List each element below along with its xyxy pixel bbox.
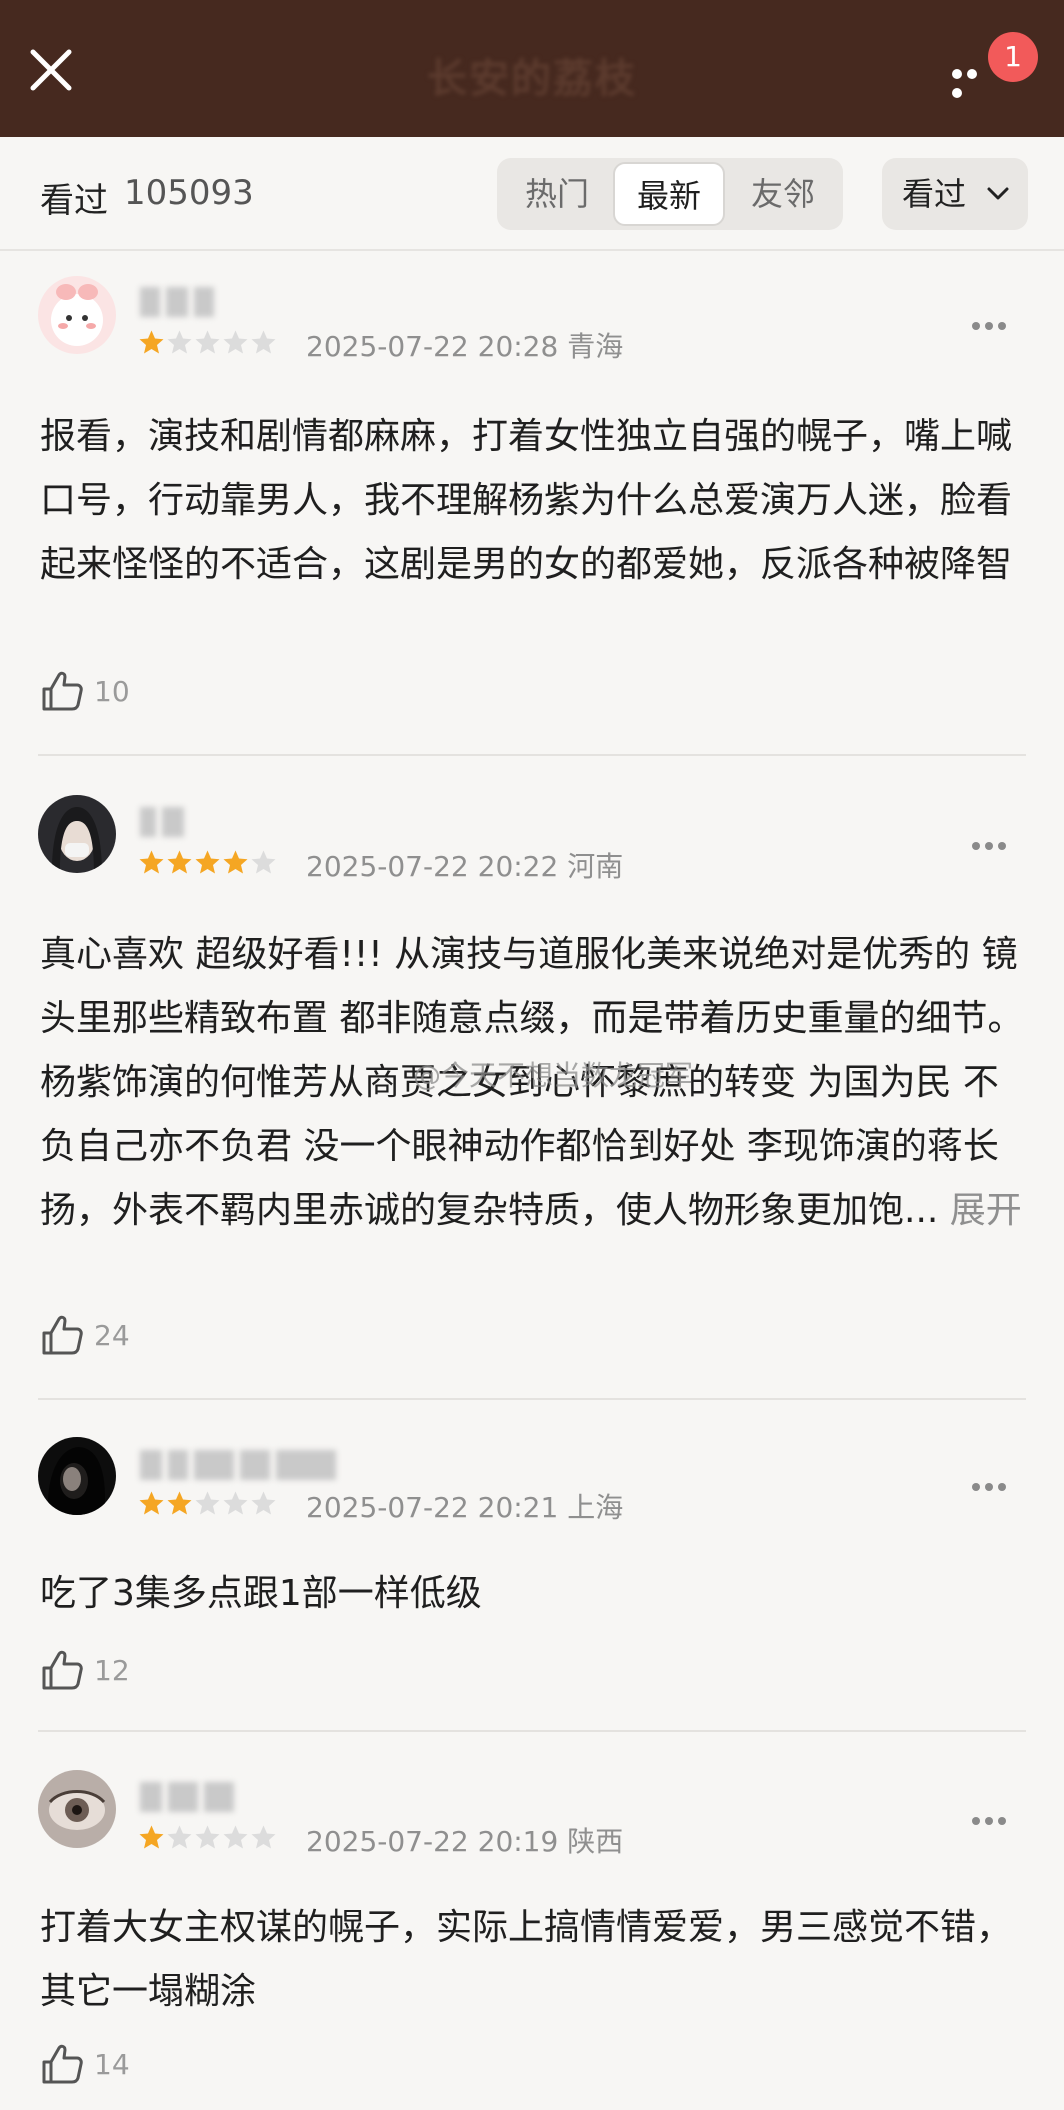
- thumbs-up-icon: [42, 2044, 83, 2084]
- avatar-image: [38, 1437, 116, 1515]
- star-filled-icon: [167, 850, 192, 874]
- review-date: 2025-07-22 20:28: [306, 330, 559, 363]
- more-dots-icon: [952, 69, 962, 79]
- notification-badge[interactable]: 1: [988, 32, 1038, 82]
- avatar[interactable]: [38, 276, 116, 354]
- like-count: 24: [94, 1319, 130, 1352]
- thumbs-up-icon: [42, 1315, 83, 1355]
- review-text: 报看，演技和剧情都麻麻，打着女性独立自强的幌子，嘴上喊口号，行动靠男人，我不理解…: [40, 416, 1013, 585]
- page-title: 长安的荔枝: [427, 56, 637, 102]
- review-menu-button[interactable]: [972, 1476, 1014, 1491]
- review-location: 河南: [567, 850, 624, 883]
- review-location: 陕西: [567, 1825, 624, 1858]
- review-item: 2025-07-22 20:21 上海 吃了3集多点跟1部一样低级 12: [0, 1402, 1064, 1732]
- avatar-image: [38, 1770, 116, 1848]
- star-empty-icon: [251, 1825, 276, 1849]
- avatar-image: [38, 795, 116, 873]
- avatar-image: [38, 276, 116, 354]
- more-dots-icon: [972, 1483, 980, 1491]
- username-blurred[interactable]: [140, 1450, 440, 1486]
- star-empty-icon: [167, 1825, 192, 1849]
- review-meta: 2025-07-22 20:28 青海: [306, 325, 623, 365]
- thumbs-up-icon: [42, 671, 83, 711]
- divider: [38, 754, 1026, 756]
- star-filled-icon: [167, 1491, 192, 1515]
- expand-link[interactable]: 展开: [950, 1190, 1022, 1231]
- review-menu-button[interactable]: [972, 1810, 1014, 1825]
- review-location: 青海: [567, 330, 624, 363]
- divider: [38, 1398, 1026, 1400]
- avatar[interactable]: [38, 795, 116, 873]
- star-empty-icon: [223, 1491, 248, 1515]
- star-empty-icon: [195, 1825, 220, 1849]
- chevron-down-icon: [987, 187, 1009, 200]
- star-filled-icon: [139, 1491, 164, 1515]
- star-empty-icon: [223, 330, 248, 354]
- tab-hot[interactable]: 热门: [501, 162, 613, 226]
- like-count: 10: [94, 675, 130, 708]
- like-count: 12: [94, 1654, 130, 1687]
- username-blurred[interactable]: [140, 1782, 280, 1818]
- review-menu-button[interactable]: [972, 835, 1014, 850]
- star-filled-icon: [139, 330, 164, 354]
- filter-bar: 看过 105093 热门 最新 友邻 看过: [0, 137, 1064, 251]
- star-filled-icon: [195, 850, 220, 874]
- more-dots-icon: [972, 1817, 980, 1825]
- more-dots-icon: [972, 322, 980, 330]
- review-item: 2025-07-22 20:19 陕西 打着大女主权谋的幌子，实际上搞情情爱爱，…: [0, 1732, 1064, 2110]
- like-count: 14: [94, 2048, 130, 2081]
- review-meta: 2025-07-22 20:19 陕西: [306, 1820, 623, 1860]
- review-text: 吃了3集多点跟1部一样低级: [40, 1573, 482, 1614]
- avatar[interactable]: [38, 1437, 116, 1515]
- star-filled-icon: [139, 850, 164, 874]
- dropdown-label: 看过: [902, 175, 967, 213]
- tab-latest[interactable]: 最新: [613, 162, 725, 226]
- thumbs-up-icon: [42, 1650, 83, 1690]
- star-empty-icon: [167, 330, 192, 354]
- review-text: 打着大女主权谋的幌子，实际上搞情情爱爱，男三感觉不错，其它一塌糊涂: [40, 1907, 1013, 2012]
- rating-stars: [138, 1490, 278, 1520]
- rating-stars: [138, 849, 278, 879]
- more-options-button[interactable]: [952, 64, 992, 98]
- watermark: @今天不想当数龙冠军: [413, 1059, 694, 1092]
- review-meta: 2025-07-22 20:22 河南: [306, 845, 623, 885]
- tab-friends[interactable]: 友邻: [727, 162, 839, 226]
- username-blurred[interactable]: [140, 807, 280, 843]
- username-blurred[interactable]: [140, 287, 280, 323]
- star-empty-icon: [251, 1491, 276, 1515]
- more-dots-icon: [972, 842, 980, 850]
- review-item: 2025-07-22 20:28 青海 报看，演技和剧情都麻麻，打着女性独立自强…: [0, 251, 1064, 757]
- review-menu-button[interactable]: [972, 315, 1014, 330]
- avatar[interactable]: [38, 1770, 116, 1848]
- rating-stars: [138, 1824, 278, 1854]
- watched-label: 看过: [40, 181, 108, 221]
- watched-filter-dropdown[interactable]: 看过: [882, 158, 1028, 230]
- review-meta: 2025-07-22 20:21 上海: [306, 1486, 623, 1526]
- star-empty-icon: [251, 850, 276, 874]
- watched-count: 105093: [124, 173, 254, 213]
- top-bar: 长安的荔枝 1: [0, 0, 1064, 137]
- review-location: 上海: [567, 1491, 624, 1524]
- review-date: 2025-07-22 20:21: [306, 1491, 559, 1524]
- star-filled-icon: [139, 1825, 164, 1849]
- rating-stars: [138, 329, 278, 359]
- star-empty-icon: [251, 330, 276, 354]
- star-empty-icon: [223, 1825, 248, 1849]
- star-empty-icon: [195, 330, 220, 354]
- star-filled-icon: [223, 850, 248, 874]
- star-empty-icon: [195, 1491, 220, 1515]
- sort-tabs: 热门 最新 友邻: [497, 158, 843, 230]
- review-date: 2025-07-22 20:22: [306, 850, 559, 883]
- review-date: 2025-07-22 20:19: [306, 1825, 559, 1858]
